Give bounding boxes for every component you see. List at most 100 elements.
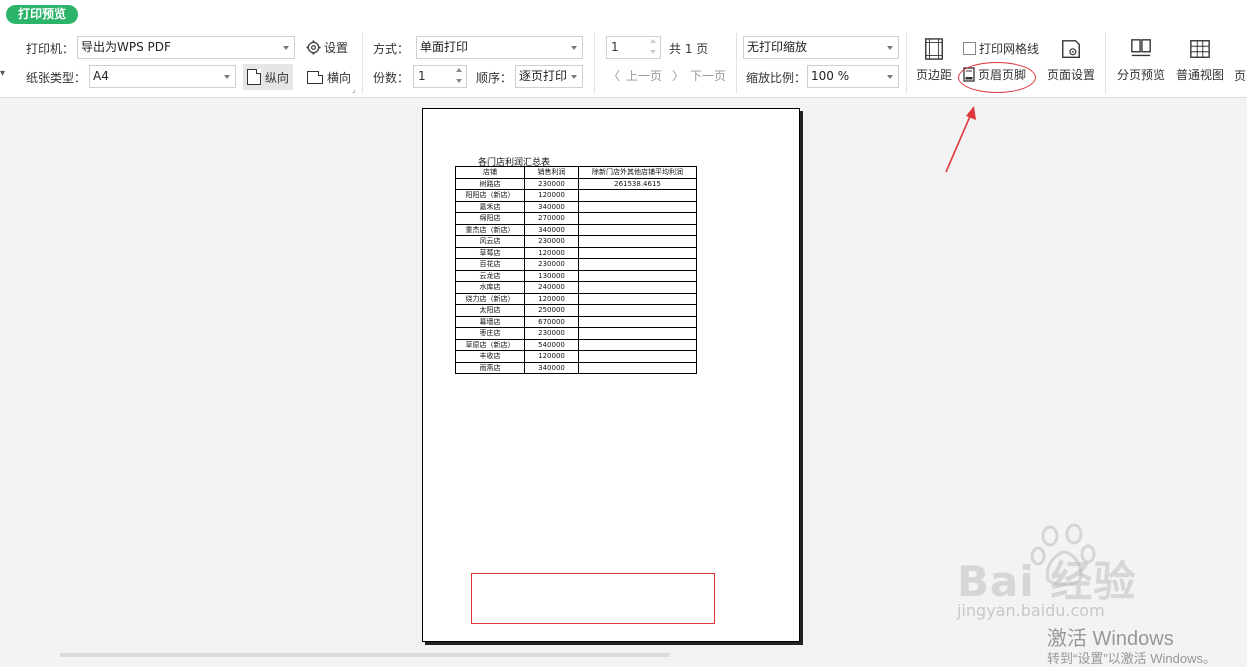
table-row: 丰收店 120000 <box>455 350 697 363</box>
table-cell: 230000 <box>524 327 579 340</box>
stepper-down-icon[interactable] <box>650 50 656 54</box>
page-setup-button[interactable]: 页面设置 <box>1044 38 1098 83</box>
table-cell <box>578 235 697 248</box>
table-row: 重杰店（新店） 340000 <box>455 223 697 236</box>
chevron-down-icon <box>571 46 577 50</box>
table-cell: 水库店 <box>455 281 525 294</box>
zoom-label: 缩放比例： <box>746 71 807 85</box>
table-row: 百花店 230000 <box>455 258 697 271</box>
page-break-preview-button[interactable]: 分页预览 <box>1113 38 1169 83</box>
table-cell <box>578 269 697 282</box>
table-cell: 嘉禾店 <box>455 200 525 213</box>
table-cell: 270000 <box>524 212 579 225</box>
divider <box>362 32 363 94</box>
table-cell: 丰收店 <box>455 350 525 363</box>
column-header: 销售利润 <box>524 166 579 179</box>
table-cell <box>578 258 697 271</box>
table-cell <box>578 361 697 374</box>
table-cell: 草原店（新店） <box>455 338 525 351</box>
truncated-button-label[interactable]: 页 <box>1234 67 1246 84</box>
table-row: 绕力店（新店） 120000 <box>455 292 697 305</box>
windows-activation-title: 激活 Windows <box>1047 628 1174 650</box>
table-cell <box>578 246 697 259</box>
page-setup-icon <box>1062 40 1080 58</box>
column-header: 店铺 <box>455 166 525 179</box>
table-cell: 230000 <box>524 258 579 271</box>
table-cell: 120000 <box>524 292 579 305</box>
print-preview-toolbar: 打印预览 ▾ 打印机： 导出为WPS PDF 设置 纸张类型： A4 纵向 横向… <box>0 0 1247 98</box>
table-cell <box>578 304 697 317</box>
stepper-down-icon[interactable] <box>456 79 462 83</box>
zoom-select[interactable]: 100 % <box>807 65 899 88</box>
printer-settings-label: 设置 <box>324 41 349 55</box>
landscape-page-icon <box>307 70 323 84</box>
table-cell: 树路店 <box>455 177 525 190</box>
table-cell: 340000 <box>524 223 579 236</box>
portrait-button[interactable]: 纵向 <box>243 64 294 90</box>
windows-activation-subtitle: 转到“设置”以激活 Windows。 <box>1047 651 1217 666</box>
stepper-up-icon[interactable] <box>650 39 656 43</box>
table-row: 嘉禾店 340000 <box>455 200 697 213</box>
table-cell: 阳阳店（新店） <box>455 189 525 202</box>
stepper-up-icon[interactable] <box>456 68 462 72</box>
portrait-page-icon <box>247 69 261 85</box>
table-cell: 250000 <box>524 304 579 317</box>
print-order-select[interactable]: 逐页打印 <box>515 65 583 88</box>
table-row: 枣庄店 230000 <box>455 327 697 340</box>
next-page-button[interactable]: 〉 下一页 <box>672 67 726 84</box>
annotation-ellipse <box>958 62 1036 93</box>
table-cell: 风云店 <box>455 235 525 248</box>
page-setup-label: 页面设置 <box>1046 68 1095 82</box>
chevron-down-icon <box>224 75 230 79</box>
chevron-down-icon <box>283 46 289 50</box>
print-gridlines-checkbox[interactable]: 打印网格线 <box>963 40 1039 57</box>
print-method-value: 单面打印 <box>420 40 469 54</box>
annotation-arrow-icon <box>945 106 976 173</box>
table-cell: 120000 <box>524 246 579 259</box>
table-cell <box>578 338 697 351</box>
landscape-label: 横向 <box>327 70 352 85</box>
table-cell <box>578 200 697 213</box>
table-cell: 雨燕店 <box>455 361 525 374</box>
zoom-value: 100 % <box>811 69 850 83</box>
printer-select[interactable]: 导出为WPS PDF <box>77 36 295 59</box>
table-cell: 230000 <box>524 177 579 190</box>
truncated-left-icon[interactable]: ▾ <box>0 68 5 79</box>
table-cell: 261538.4615 <box>578 177 697 190</box>
print-method-label: 方式： <box>373 42 410 56</box>
table-cell: 太阳店 <box>455 304 525 317</box>
landscape-button[interactable]: 横向 <box>303 64 355 90</box>
print-scaling-select[interactable]: 无打印缩放 <box>743 36 899 59</box>
table-cell: 130000 <box>524 269 579 282</box>
dialog-launcher-icon[interactable]: ⌟ <box>352 85 356 94</box>
paper-type-value: A4 <box>93 69 109 83</box>
print-gridlines-label: 打印网格线 <box>979 42 1040 56</box>
print-method-select[interactable]: 单面打印 <box>416 36 583 59</box>
table-row: 阳阳店（新店） 120000 <box>455 189 697 202</box>
table-cell <box>578 315 697 328</box>
table-row: 云龙店 130000 <box>455 269 697 282</box>
grid-view-icon <box>1190 40 1210 58</box>
table-cell: 绵阳店 <box>455 212 525 225</box>
printer-settings-button[interactable]: 设置 <box>306 39 348 56</box>
divider <box>906 32 907 94</box>
paper-type-select[interactable]: A4 <box>89 65 236 88</box>
print-preview-tab[interactable]: 打印预览 <box>6 5 79 24</box>
copies-value: 1 <box>418 69 426 83</box>
table-row: 幕墙店 670000 <box>455 315 697 328</box>
table-cell: 草莓店 <box>455 246 525 259</box>
prev-page-button[interactable]: 〈 上一页 <box>608 67 662 84</box>
column-header: 除新门店外其他店铺平均利润 <box>578 166 697 179</box>
margins-button[interactable]: 页边距 <box>914 38 954 83</box>
paper-type-label: 纸张类型： <box>26 71 87 85</box>
page-number-stepper[interactable]: 1 <box>606 36 661 59</box>
normal-view-label: 普通视图 <box>1175 68 1224 82</box>
horizontal-scrollbar[interactable] <box>60 653 670 657</box>
copies-stepper[interactable]: 1 <box>413 65 467 88</box>
normal-view-button[interactable]: 普通视图 <box>1173 38 1227 83</box>
print-scaling-value: 无打印缩放 <box>747 40 808 54</box>
chevron-left-icon: 〈 <box>608 69 621 83</box>
next-page-label: 下一页 <box>690 69 727 83</box>
watermark-url: jingyan.baidu.com <box>957 601 1105 620</box>
portrait-label: 纵向 <box>265 70 290 85</box>
